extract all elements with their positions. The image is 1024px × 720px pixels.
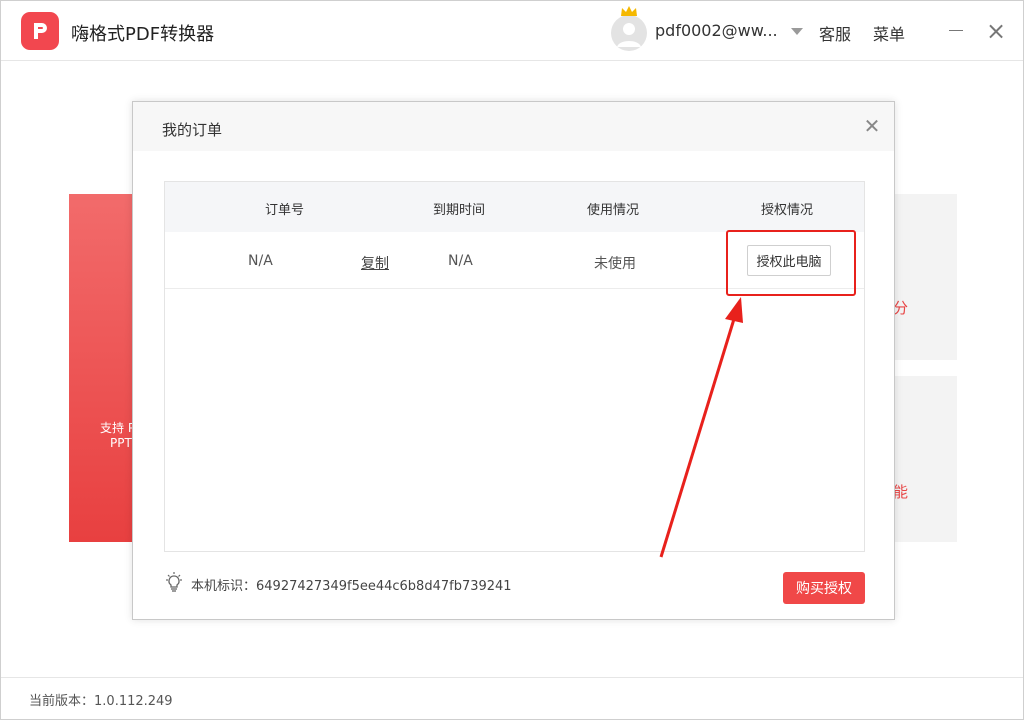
- app-title: 嗨格式PDF转换器: [71, 24, 215, 45]
- expiry-cell: N/A: [448, 253, 473, 269]
- feature-card-gray-1-text: 分: [893, 299, 909, 317]
- title-bar: 嗨格式PDF转换器 pdf0002@ww... 客服 菜单 ×: [1, 1, 1023, 61]
- avatar: [611, 15, 647, 51]
- feature-card-red: [69, 194, 134, 542]
- feature-card-gray-2: [893, 376, 957, 542]
- buy-license-button[interactable]: 购买授权: [783, 572, 865, 604]
- feature-card-gray-2-text: 能: [893, 483, 909, 501]
- column-header-expiry: 到期时间: [433, 203, 486, 218]
- annotation-highlight-box: [726, 230, 856, 296]
- user-avatar[interactable]: [611, 6, 647, 51]
- chevron-down-icon[interactable]: [791, 28, 803, 35]
- crown-icon: [621, 6, 637, 16]
- feature-card-gray-1: [893, 194, 957, 360]
- column-header-order-no: 订单号: [265, 203, 305, 218]
- column-header-usage: 使用情况: [587, 203, 640, 218]
- app-window: 嗨格式PDF转换器 pdf0002@ww... 客服 菜单 × 支持 P PPT…: [0, 0, 1024, 720]
- app-logo-icon: [21, 12, 59, 50]
- lightbulb-icon: [166, 572, 182, 592]
- column-header-auth: 授权情况: [761, 203, 814, 218]
- machine-id-value: 64927427349f5ee44c6b8d47fb739241: [256, 579, 512, 594]
- table-header: 订单号 到期时间 使用情况 授权情况: [165, 182, 864, 232]
- minimize-icon[interactable]: [949, 30, 963, 31]
- machine-id-text: 本机标识：64927427349f5ee44c6b8d47fb739241: [191, 579, 512, 594]
- my-orders-dialog: 我的订单 ✕ 订单号 到期时间 使用情况 授权情况 N/A 复制 N/A 未使用…: [132, 101, 895, 620]
- order-no-cell: N/A: [248, 253, 273, 269]
- dialog-title: 我的订单: [162, 121, 223, 139]
- user-email[interactable]: pdf0002@ww...: [655, 21, 778, 40]
- version-info: 当前版本：1.0.112.249: [29, 694, 173, 709]
- dialog-header: 我的订单 ✕: [133, 102, 894, 151]
- close-icon[interactable]: ×: [985, 17, 1007, 45]
- customer-service-link[interactable]: 客服: [819, 21, 851, 45]
- copy-link[interactable]: 复制: [361, 253, 389, 273]
- menu-link[interactable]: 菜单: [873, 21, 905, 45]
- usage-cell: 未使用: [594, 256, 636, 272]
- dialog-close-icon[interactable]: ✕: [861, 114, 883, 138]
- footer: 当前版本：1.0.112.249: [1, 677, 1023, 719]
